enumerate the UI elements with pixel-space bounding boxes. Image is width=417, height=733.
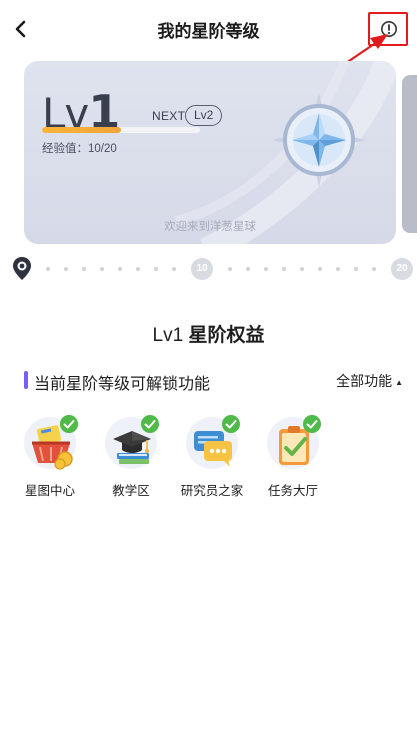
track-dot bbox=[46, 267, 50, 271]
feature-label: 教学区 bbox=[112, 484, 150, 498]
four-point-star-badge-icon bbox=[272, 93, 366, 187]
annotation-highlight-box bbox=[368, 12, 408, 46]
track-dot bbox=[154, 267, 158, 271]
track-marker-10: 10 bbox=[191, 258, 213, 280]
next-level-pill: Lv2 bbox=[185, 105, 223, 126]
benefits-level: Lv1 bbox=[152, 325, 184, 346]
track-dot bbox=[118, 267, 122, 271]
location-pin-icon bbox=[13, 257, 31, 280]
track-dot bbox=[336, 267, 340, 271]
feature-list: 星图中心 教学区 研究员之家 任务大厅 bbox=[14, 413, 414, 503]
track-dot bbox=[228, 267, 232, 271]
feature-label: 任务大厅 bbox=[267, 484, 318, 498]
unlock-section-header: 当前星阶等级可解锁功能 全部功能 ▲ bbox=[24, 368, 409, 393]
level-card: Lv1 NEXT Lv2 经验值：10/20 欢迎来到洋葱星球 bbox=[24, 61, 396, 244]
feature-task-hall[interactable]: 任务大厅 bbox=[257, 413, 329, 499]
checkmark-badge-icon bbox=[222, 415, 240, 433]
checkmark-badge-icon bbox=[141, 415, 159, 433]
section-accent-bar bbox=[24, 371, 28, 389]
track-dot bbox=[64, 267, 68, 271]
section-label: 当前星阶等级可解锁功能 bbox=[34, 376, 211, 393]
page-title: 我的星阶等级 bbox=[157, 22, 260, 41]
track-dot bbox=[372, 267, 376, 271]
header: 我的星阶等级 bbox=[0, 0, 417, 58]
next-label: NEXT bbox=[152, 109, 186, 123]
feature-label: 研究员之家 bbox=[180, 484, 244, 498]
track-marker-20: 20 bbox=[391, 258, 413, 280]
track-dot bbox=[318, 267, 322, 271]
track-dot bbox=[264, 267, 268, 271]
level-track: 10 20 bbox=[10, 255, 417, 283]
track-dot bbox=[246, 267, 250, 271]
feature-star-map-center[interactable]: 星图中心 bbox=[14, 413, 86, 499]
track-dot bbox=[172, 267, 176, 271]
feature-researcher-home[interactable]: 研究员之家 bbox=[176, 413, 248, 499]
exp-progress-fill bbox=[42, 127, 121, 133]
exp-label: 经验值：10/20 bbox=[42, 143, 117, 155]
track-dot bbox=[282, 267, 286, 271]
all-features-label: 全部功能 bbox=[336, 373, 393, 389]
caret-up-icon: ▲ bbox=[395, 377, 403, 387]
checkmark-badge-icon bbox=[60, 415, 78, 433]
exp-progress-bar bbox=[42, 127, 200, 133]
checkmark-badge-icon bbox=[303, 415, 321, 433]
all-features-toggle[interactable]: 全部功能 ▲ bbox=[336, 371, 403, 391]
track-dot bbox=[100, 267, 104, 271]
track-dot bbox=[300, 267, 304, 271]
track-dot bbox=[82, 267, 86, 271]
benefits-title: Lv1 星阶权益 bbox=[0, 320, 417, 347]
feature-label: 星图中心 bbox=[24, 484, 75, 498]
feature-teaching-area[interactable]: 教学区 bbox=[95, 413, 167, 499]
track-dot bbox=[136, 267, 140, 271]
track-dot bbox=[354, 267, 358, 271]
next-card-peek[interactable] bbox=[402, 75, 417, 233]
welcome-text: 欢迎来到洋葱星球 bbox=[164, 221, 256, 233]
benefits-heading: 星阶权益 bbox=[188, 325, 265, 346]
